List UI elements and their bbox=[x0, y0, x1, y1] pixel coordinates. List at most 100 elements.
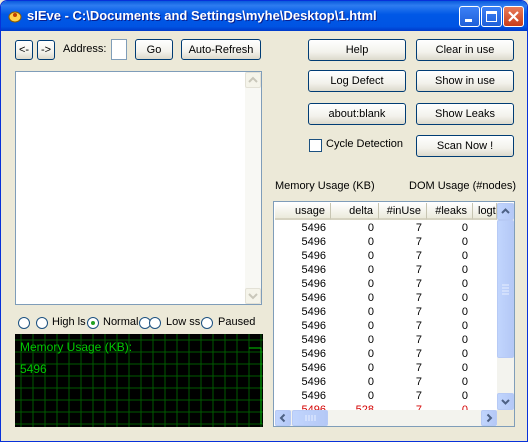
table-scroll-left-button[interactable] bbox=[275, 410, 291, 426]
usage-table[interactable]: usage delta #inUse #leaks logt 5496 0 7 0 54… bbox=[273, 201, 515, 427]
table-row[interactable]: 5496 0 7 0 bbox=[275, 249, 497, 263]
table-cell: 5496 bbox=[301, 278, 326, 290]
table-cell: 5496 bbox=[301, 292, 326, 304]
back-button[interactable]: <- bbox=[15, 40, 33, 60]
auto-refresh-button[interactable]: Auto-Refresh bbox=[181, 39, 261, 60]
table-cell: 7 bbox=[415, 278, 422, 290]
table-cell: 5496 bbox=[301, 348, 326, 360]
table-cell: 5496 bbox=[301, 376, 326, 388]
arrow-up-icon bbox=[501, 208, 510, 214]
table-hscroll-thumb[interactable] bbox=[292, 410, 328, 426]
table-row[interactable]: 5496 0 7 0 bbox=[275, 277, 497, 291]
minimize-button[interactable] bbox=[459, 6, 480, 27]
table-cell: 5496 bbox=[301, 250, 326, 262]
table-row[interactable]: 5496 0 7 0 bbox=[275, 305, 497, 319]
table-row[interactable]: 5496 0 7 0 bbox=[275, 389, 497, 403]
table-cell: 0 bbox=[461, 278, 468, 290]
radio-normal[interactable] bbox=[87, 317, 99, 329]
table-cell: 0 bbox=[367, 278, 374, 290]
forward-button[interactable]: -> bbox=[37, 40, 55, 60]
radio-paused-label: Paused bbox=[218, 316, 256, 328]
table-row[interactable]: 5496 0 7 0 bbox=[275, 361, 497, 375]
table-cell: 0 bbox=[461, 306, 468, 318]
clear-in-use-button[interactable]: Clear in use bbox=[416, 39, 514, 61]
arrow-right-icon bbox=[486, 413, 493, 423]
table-row[interactable]: 5496 0 7 0 bbox=[275, 319, 497, 333]
table-row[interactable]: 5496 0 7 0 bbox=[275, 375, 497, 389]
table-row[interactable]: 5496 0 7 0 bbox=[275, 291, 497, 305]
table-row[interactable]: 5496 0 7 0 bbox=[275, 347, 497, 361]
table-cell: 7 bbox=[415, 376, 422, 388]
table-row[interactable]: 5496 0 7 0 bbox=[275, 263, 497, 277]
table-cell: 5496 bbox=[301, 236, 326, 248]
table-scroll-right-button[interactable] bbox=[481, 410, 497, 426]
table-scroll-up-button[interactable] bbox=[497, 203, 514, 220]
table-vscrollbar[interactable] bbox=[497, 203, 514, 410]
col-delta[interactable]: delta bbox=[331, 203, 379, 220]
col-leaks[interactable]: #leaks bbox=[427, 203, 473, 220]
table-cell: 0 bbox=[461, 334, 468, 346]
scroll-up-button[interactable] bbox=[245, 72, 261, 88]
table-cell: 0 bbox=[367, 292, 374, 304]
go-button[interactable]: Go bbox=[135, 39, 173, 60]
col-usage[interactable]: usage bbox=[275, 203, 331, 220]
table-cell: 7 bbox=[415, 250, 422, 262]
show-in-use-button[interactable]: Show in use bbox=[416, 70, 514, 92]
usage-line bbox=[249, 347, 262, 424]
graph-value: 5496 bbox=[20, 362, 47, 376]
radio-unlabeled[interactable] bbox=[18, 317, 30, 329]
address-input[interactable] bbox=[111, 39, 127, 60]
close-icon bbox=[508, 11, 519, 22]
radio-high[interactable] bbox=[36, 317, 48, 329]
grip-icon bbox=[305, 415, 316, 421]
table-hscrollbar[interactable] bbox=[275, 410, 497, 426]
help-button[interactable]: Help bbox=[308, 39, 406, 61]
table-cell: 5496 bbox=[301, 320, 326, 332]
table-cell: 0 bbox=[461, 348, 468, 360]
table-cell: 5496 bbox=[301, 222, 326, 234]
log-defect-button[interactable]: Log Defect bbox=[308, 70, 406, 92]
table-cell: 0 bbox=[367, 222, 374, 234]
graph-title: Memory Usage (KB): bbox=[20, 340, 133, 354]
about-blank-button[interactable]: about:blank bbox=[308, 103, 406, 125]
radio-low-2[interactable] bbox=[149, 317, 161, 329]
table-cell: 0 bbox=[367, 348, 374, 360]
scan-now-button[interactable]: Scan Now ! bbox=[416, 135, 514, 157]
table-cell: 7 bbox=[415, 264, 422, 276]
table-row[interactable]: 5496 0 7 0 bbox=[275, 235, 497, 249]
table-cell: 0 bbox=[461, 320, 468, 332]
table-cell: 7 bbox=[415, 362, 422, 374]
output-list-scrollbar[interactable] bbox=[245, 72, 261, 304]
table-cell: 0 bbox=[461, 376, 468, 388]
close-button[interactable] bbox=[503, 6, 524, 27]
memory-graph: Memory Usage (KB): 5496 bbox=[15, 334, 263, 427]
table-cell: 0 bbox=[367, 390, 374, 402]
arrow-down-icon bbox=[501, 399, 510, 405]
table-cell: 5496 bbox=[301, 306, 326, 318]
app-icon bbox=[8, 11, 22, 23]
table-cell: 0 bbox=[367, 320, 374, 332]
table-cell: 0 bbox=[461, 222, 468, 234]
title-bar[interactable]: sIEve - C:\Documents and Settings\myhe\D… bbox=[1, 1, 527, 31]
table-scroll-down-button[interactable] bbox=[497, 393, 514, 410]
col-inuse[interactable]: #inUse bbox=[379, 203, 427, 220]
table-cell: 5496 bbox=[301, 390, 326, 402]
show-leaks-button[interactable]: Show Leaks bbox=[416, 103, 514, 125]
radio-paused[interactable] bbox=[201, 317, 213, 329]
maximize-icon bbox=[486, 11, 497, 22]
table-cell: 0 bbox=[367, 250, 374, 262]
table-cell: 5496 bbox=[301, 334, 326, 346]
table-cell: 0 bbox=[367, 236, 374, 248]
cycle-detection-label: Cycle Detection bbox=[326, 138, 404, 150]
table-cell: 0 bbox=[461, 362, 468, 374]
output-list[interactable] bbox=[15, 71, 262, 305]
scroll-down-button[interactable] bbox=[245, 288, 261, 304]
cycle-detection-checkbox[interactable] bbox=[309, 139, 322, 152]
table-row[interactable]: 5496 0 7 0 bbox=[275, 333, 497, 347]
maximize-button[interactable] bbox=[481, 6, 502, 27]
table-row[interactable]: 5496 0 7 0 bbox=[275, 221, 497, 235]
table-scroll-thumb[interactable] bbox=[497, 220, 514, 358]
table-cell: 7 bbox=[415, 222, 422, 234]
col-logt[interactable]: logt bbox=[473, 203, 497, 220]
table-cell: 0 bbox=[461, 292, 468, 304]
